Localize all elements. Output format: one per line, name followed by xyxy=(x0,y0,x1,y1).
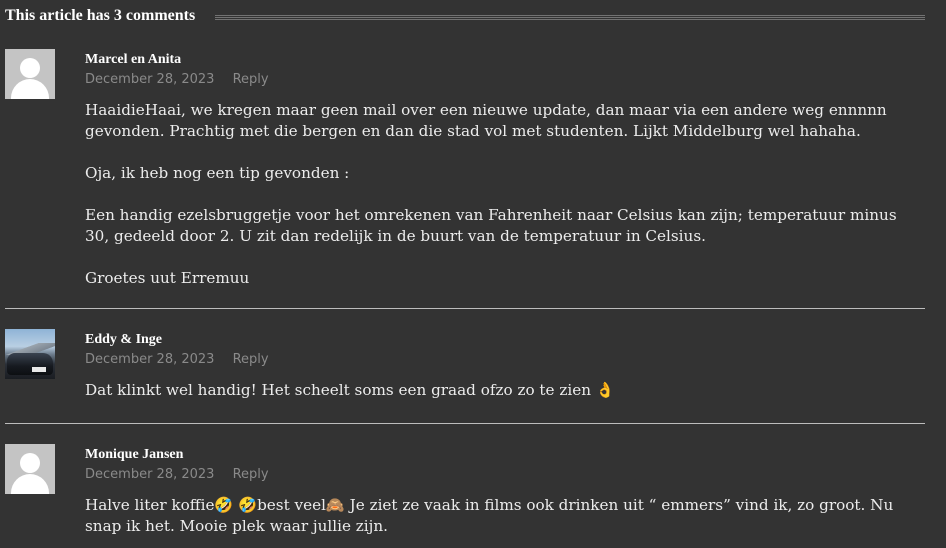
avatar-body-shape xyxy=(11,79,49,99)
avatar-head-shape xyxy=(20,58,40,78)
comment-paragraph: HaaidieHaai, we kregen maar geen mail ov… xyxy=(85,101,887,140)
comment-content: Eddy & Inge December 28, 2023 Reply Dat … xyxy=(85,329,925,401)
comment-text: Dat klinkt wel handig! Het scheelt soms … xyxy=(85,380,925,401)
comment-paragraph: Oja, ik heb nog een tip gevonden : xyxy=(85,164,350,182)
reply-link[interactable]: Reply xyxy=(233,467,269,482)
comment-date[interactable]: December 28, 2023 xyxy=(85,467,214,482)
comment-paragraph: Groetes uut Erremuu xyxy=(85,269,250,287)
heading-divider xyxy=(215,13,925,20)
comment-date[interactable]: December 28, 2023 xyxy=(85,352,214,367)
avatar-default-icon xyxy=(5,444,55,494)
comment-content: Monique Jansen December 28, 2023 Reply H… xyxy=(85,444,925,537)
comment-paragraph: Een handig ezelsbruggetje voor het omrek… xyxy=(85,206,897,245)
comment-content: Marcel en Anita December 28, 2023 Reply … xyxy=(85,49,925,289)
reply-link[interactable]: Reply xyxy=(233,352,269,367)
comments-heading: This article has 3 comments xyxy=(5,7,196,24)
comment-divider xyxy=(5,423,925,424)
comment-author: Monique Jansen xyxy=(85,447,184,462)
comment-text: Halve liter koffie🤣 🤣best veel🙈 Je ziet … xyxy=(85,495,925,537)
avatar-default-icon xyxy=(5,49,55,99)
comment-author: Marcel en Anita xyxy=(85,52,182,67)
comments-header: This article has 3 comments xyxy=(5,5,925,27)
avatar-photo-icon xyxy=(5,329,55,379)
comment-meta: December 28, 2023 Reply xyxy=(85,350,925,370)
avatar-car-shape xyxy=(7,353,53,375)
avatar-head-shape xyxy=(20,453,40,473)
comment-text: HaaidieHaai, we kregen maar geen mail ov… xyxy=(85,100,925,289)
comment-divider xyxy=(5,308,925,309)
comment-date[interactable]: December 28, 2023 xyxy=(85,72,214,87)
comment-author: Eddy & Inge xyxy=(85,332,163,347)
comment-meta: December 28, 2023 Reply xyxy=(85,70,925,90)
reply-link[interactable]: Reply xyxy=(233,72,269,87)
avatar-body-shape xyxy=(11,474,49,494)
comment-meta: December 28, 2023 Reply xyxy=(85,465,925,485)
avatar-plate-shape xyxy=(32,367,46,372)
comment-paragraph: Dat klinkt wel handig! Het scheelt soms … xyxy=(85,381,615,399)
comment-paragraph: Halve liter koffie🤣 🤣best veel🙈 Je ziet … xyxy=(85,496,894,535)
